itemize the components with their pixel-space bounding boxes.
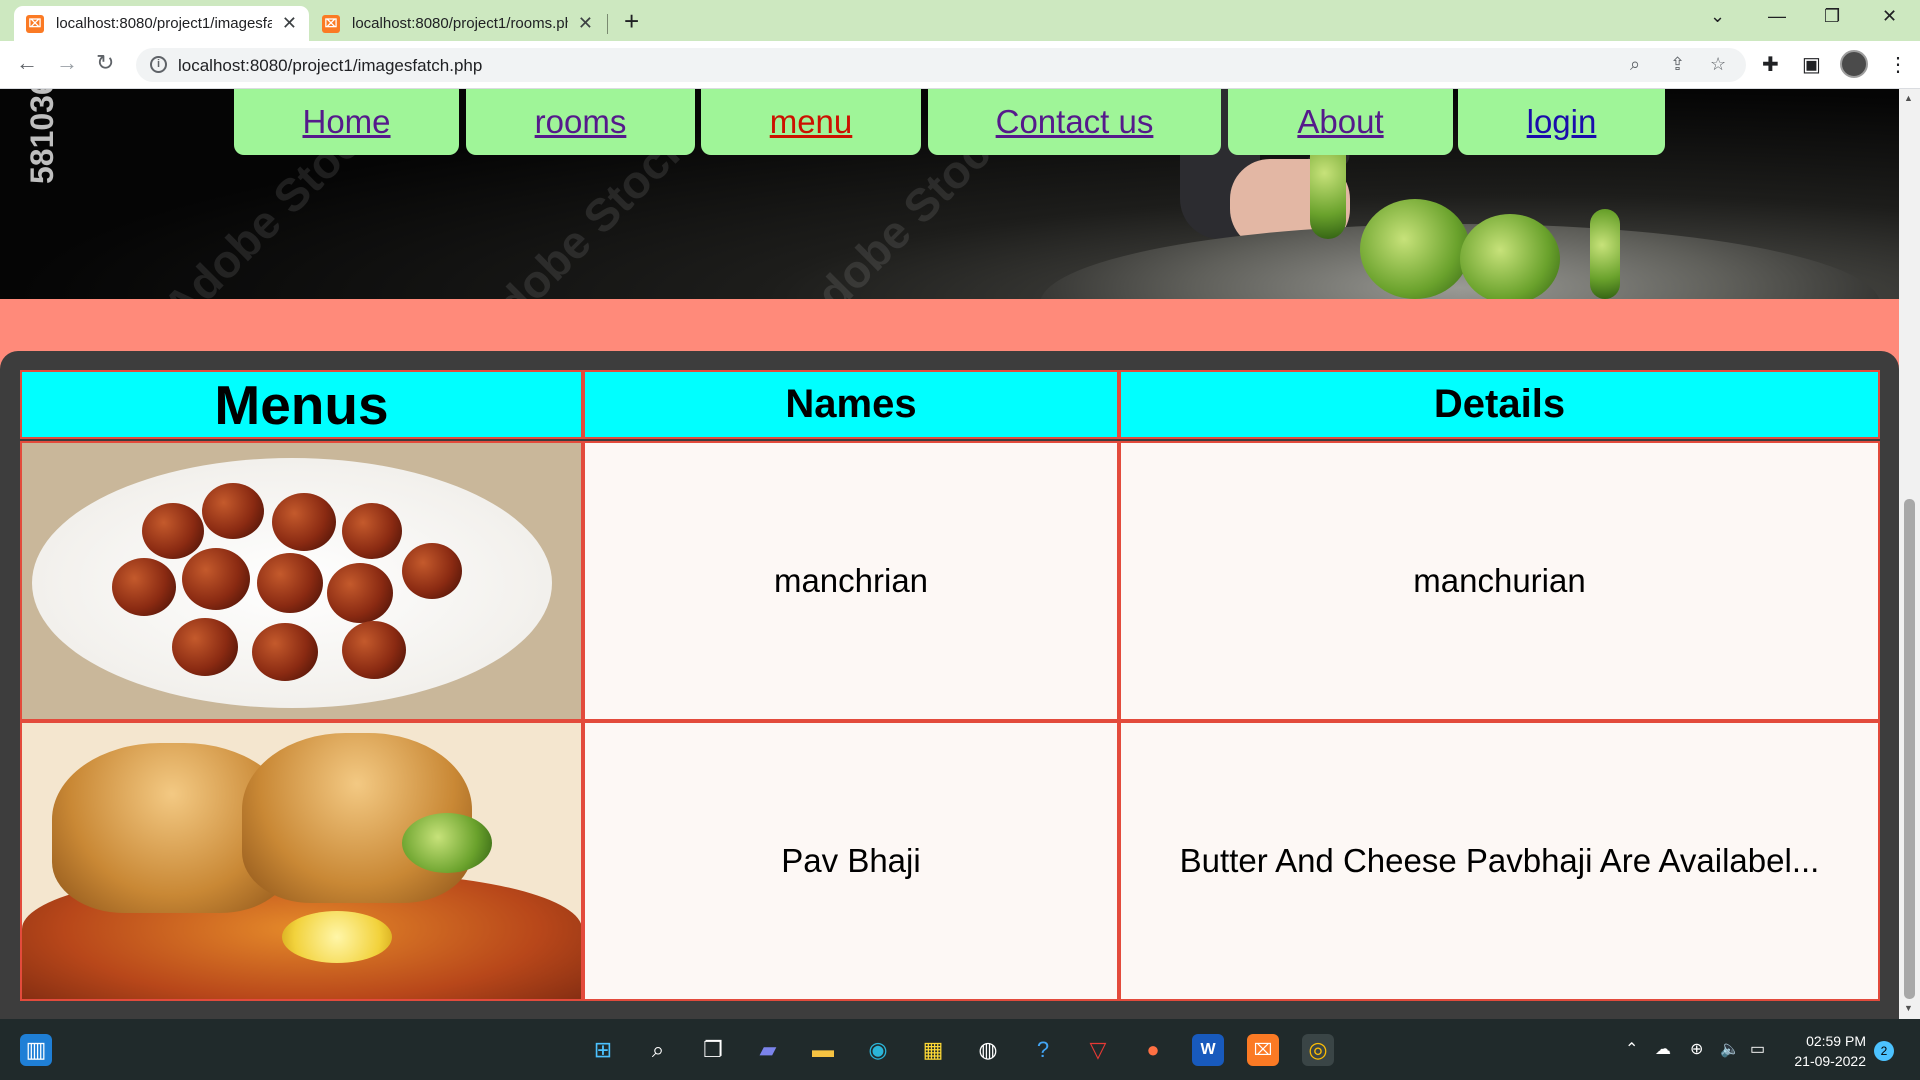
tab-title: localhost:8080/project1/imagesfatch.php (56, 15, 272, 32)
menu-table: Menus Names Details manchrian manchurian (0, 351, 1899, 1019)
manchurian-ball (172, 618, 238, 676)
lemon-slice (282, 911, 392, 963)
maximize-button[interactable]: ❐ (1824, 6, 1840, 27)
manchurian-ball (142, 503, 204, 559)
help-icon[interactable]: ? (1027, 1034, 1059, 1066)
clock-date: 21-09-2022 (1794, 1053, 1866, 1069)
onedrive-icon[interactable]: ☁ (1655, 1039, 1671, 1059)
close-tab-icon[interactable]: ✕ (282, 13, 297, 34)
nav-contact[interactable]: Contact us (928, 89, 1221, 155)
language-icon[interactable]: ⊕ (1690, 1039, 1703, 1059)
brussels-sprout (1360, 199, 1470, 299)
nav-rooms[interactable]: rooms (466, 89, 695, 155)
tab-imagesfatch[interactable]: ⌧ localhost:8080/project1/imagesfatch.ph… (14, 6, 309, 41)
manchurian-ball (257, 553, 323, 613)
mcafee-icon[interactable]: ▽ (1082, 1034, 1114, 1066)
volume-icon[interactable]: 🔈 (1720, 1039, 1740, 1059)
stock-id: 581036 (24, 89, 60, 184)
row1-name: manchrian (583, 441, 1119, 721)
nav-home[interactable]: Home (234, 89, 459, 155)
side-panel-icon[interactable]: ▣ (1802, 52, 1821, 77)
more-menu-icon[interactable]: ⋮ (1888, 52, 1908, 77)
task-view-icon[interactable]: ❐ (697, 1034, 729, 1066)
row2-details: Butter And Cheese Pavbhaji Are Availabel… (1119, 721, 1880, 1001)
bookmark-star-icon[interactable]: ☆ (1710, 54, 1726, 75)
new-tab-button[interactable]: + (624, 6, 639, 37)
chrome-icon[interactable]: ◎ (1302, 1034, 1334, 1066)
tray-overflow-icon[interactable]: ⌃ (1625, 1039, 1638, 1059)
nav-contact-link[interactable]: Contact us (996, 103, 1154, 141)
nav-login-link[interactable]: login (1527, 103, 1597, 141)
store-icon[interactable]: ▦ (917, 1034, 949, 1066)
page-scrollbar[interactable]: ▲ ▼ (1899, 89, 1920, 1019)
header-names: Names (583, 370, 1119, 439)
row2-name: Pav Bhaji (583, 721, 1119, 1001)
windows-taskbar: ▥ ⊞ ⌕ ❐ ▰ ▬ ◉ ▦ ◍ ? ▽ ● W ⌧ ◎ ⌃ ☁ ⊕ 🔈 ▭ … (0, 1019, 1920, 1080)
battery-icon[interactable]: ▭ (1750, 1039, 1765, 1059)
manchurian-ball (272, 493, 336, 551)
forward-button[interactable]: → (56, 50, 78, 76)
notification-badge[interactable]: 2 (1874, 1041, 1894, 1061)
tab-search-icon[interactable]: ⌄ (1710, 6, 1725, 27)
close-tab-icon[interactable]: ✕ (578, 13, 593, 34)
scroll-thumb[interactable] (1904, 499, 1915, 999)
widgets-icon[interactable]: ▥ (20, 1034, 52, 1066)
manchurian-ball (342, 621, 406, 679)
nav-menu-link[interactable]: menu (770, 103, 853, 141)
nav-login[interactable]: login (1458, 89, 1665, 155)
manchurian-ball (182, 548, 250, 610)
manchurian-ball (202, 483, 264, 539)
nav-rooms-link[interactable]: rooms (535, 103, 627, 141)
address-bar[interactable]: i localhost:8080/project1/imagesfatch.ph… (136, 48, 1746, 82)
nav-home-link[interactable]: Home (302, 103, 390, 141)
manchurian-ball (342, 503, 402, 559)
edge-icon[interactable]: ◉ (862, 1034, 894, 1066)
reload-button[interactable]: ↻ (96, 50, 114, 76)
extensions-icon[interactable]: ✚ (1762, 52, 1779, 77)
start-icon[interactable]: ⊞ (587, 1034, 619, 1066)
manchurian-ball (402, 543, 462, 599)
pav-bhaji-image (20, 721, 583, 1001)
coriander-garnish (402, 813, 492, 873)
profile-avatar[interactable] (1840, 50, 1868, 78)
browser-toolbar: ← → ↻ i localhost:8080/project1/imagesfa… (0, 41, 1920, 89)
browser-tab-strip: ⌧ localhost:8080/project1/imagesfatch.ph… (0, 0, 1920, 41)
manchurian-image (20, 441, 583, 721)
green-bean (1590, 209, 1620, 299)
xampp-icon[interactable]: ⌧ (1247, 1034, 1279, 1066)
close-window-button[interactable]: ✕ (1882, 6, 1897, 27)
nav-about[interactable]: About (1228, 89, 1453, 155)
xampp-favicon-icon: ⌧ (26, 14, 44, 33)
word-icon[interactable]: W (1192, 1034, 1224, 1066)
brussels-sprout (1460, 214, 1560, 299)
file-explorer-icon[interactable]: ▬ (807, 1034, 839, 1066)
scroll-up-arrow[interactable]: ▲ (1904, 93, 1913, 103)
firefox-icon[interactable]: ● (1137, 1034, 1169, 1066)
nav-about-link[interactable]: About (1297, 103, 1383, 141)
tab-title: localhost:8080/project1/rooms.php (352, 15, 568, 32)
nav-menu[interactable]: menu (701, 89, 921, 155)
zoom-icon[interactable]: ⌕ (1630, 54, 1640, 75)
tab-separator (607, 14, 608, 34)
teams-chat-icon[interactable]: ▰ (752, 1034, 784, 1066)
search-icon[interactable]: ⌕ (642, 1034, 674, 1066)
address-url[interactable]: localhost:8080/project1/imagesfatch.php (178, 56, 482, 76)
manchurian-ball (112, 558, 176, 616)
back-button[interactable]: ← (16, 50, 38, 76)
manchurian-ball (327, 563, 393, 623)
header-details: Details (1119, 370, 1880, 439)
clock-time: 02:59 PM (1806, 1033, 1866, 1049)
scroll-down-arrow[interactable]: ▼ (1904, 1003, 1913, 1013)
minimize-button[interactable]: — (1768, 6, 1786, 27)
site-info-icon[interactable]: i (150, 56, 167, 73)
system-clock[interactable]: 02:59 PM 21-09-2022 (1786, 1031, 1866, 1071)
tab-rooms[interactable]: ⌧ localhost:8080/project1/rooms.php ✕ (310, 6, 605, 41)
header-menus: Menus (20, 370, 583, 439)
row1-details: manchurian (1119, 441, 1880, 721)
github-icon[interactable]: ◍ (972, 1034, 1004, 1066)
xampp-favicon-icon: ⌧ (322, 14, 340, 33)
share-icon[interactable]: ⇪ (1670, 54, 1685, 75)
manchurian-ball (252, 623, 318, 681)
page-viewport: 581036 Adobe Stock Adobe Stock Adobe Sto… (0, 89, 1899, 1019)
